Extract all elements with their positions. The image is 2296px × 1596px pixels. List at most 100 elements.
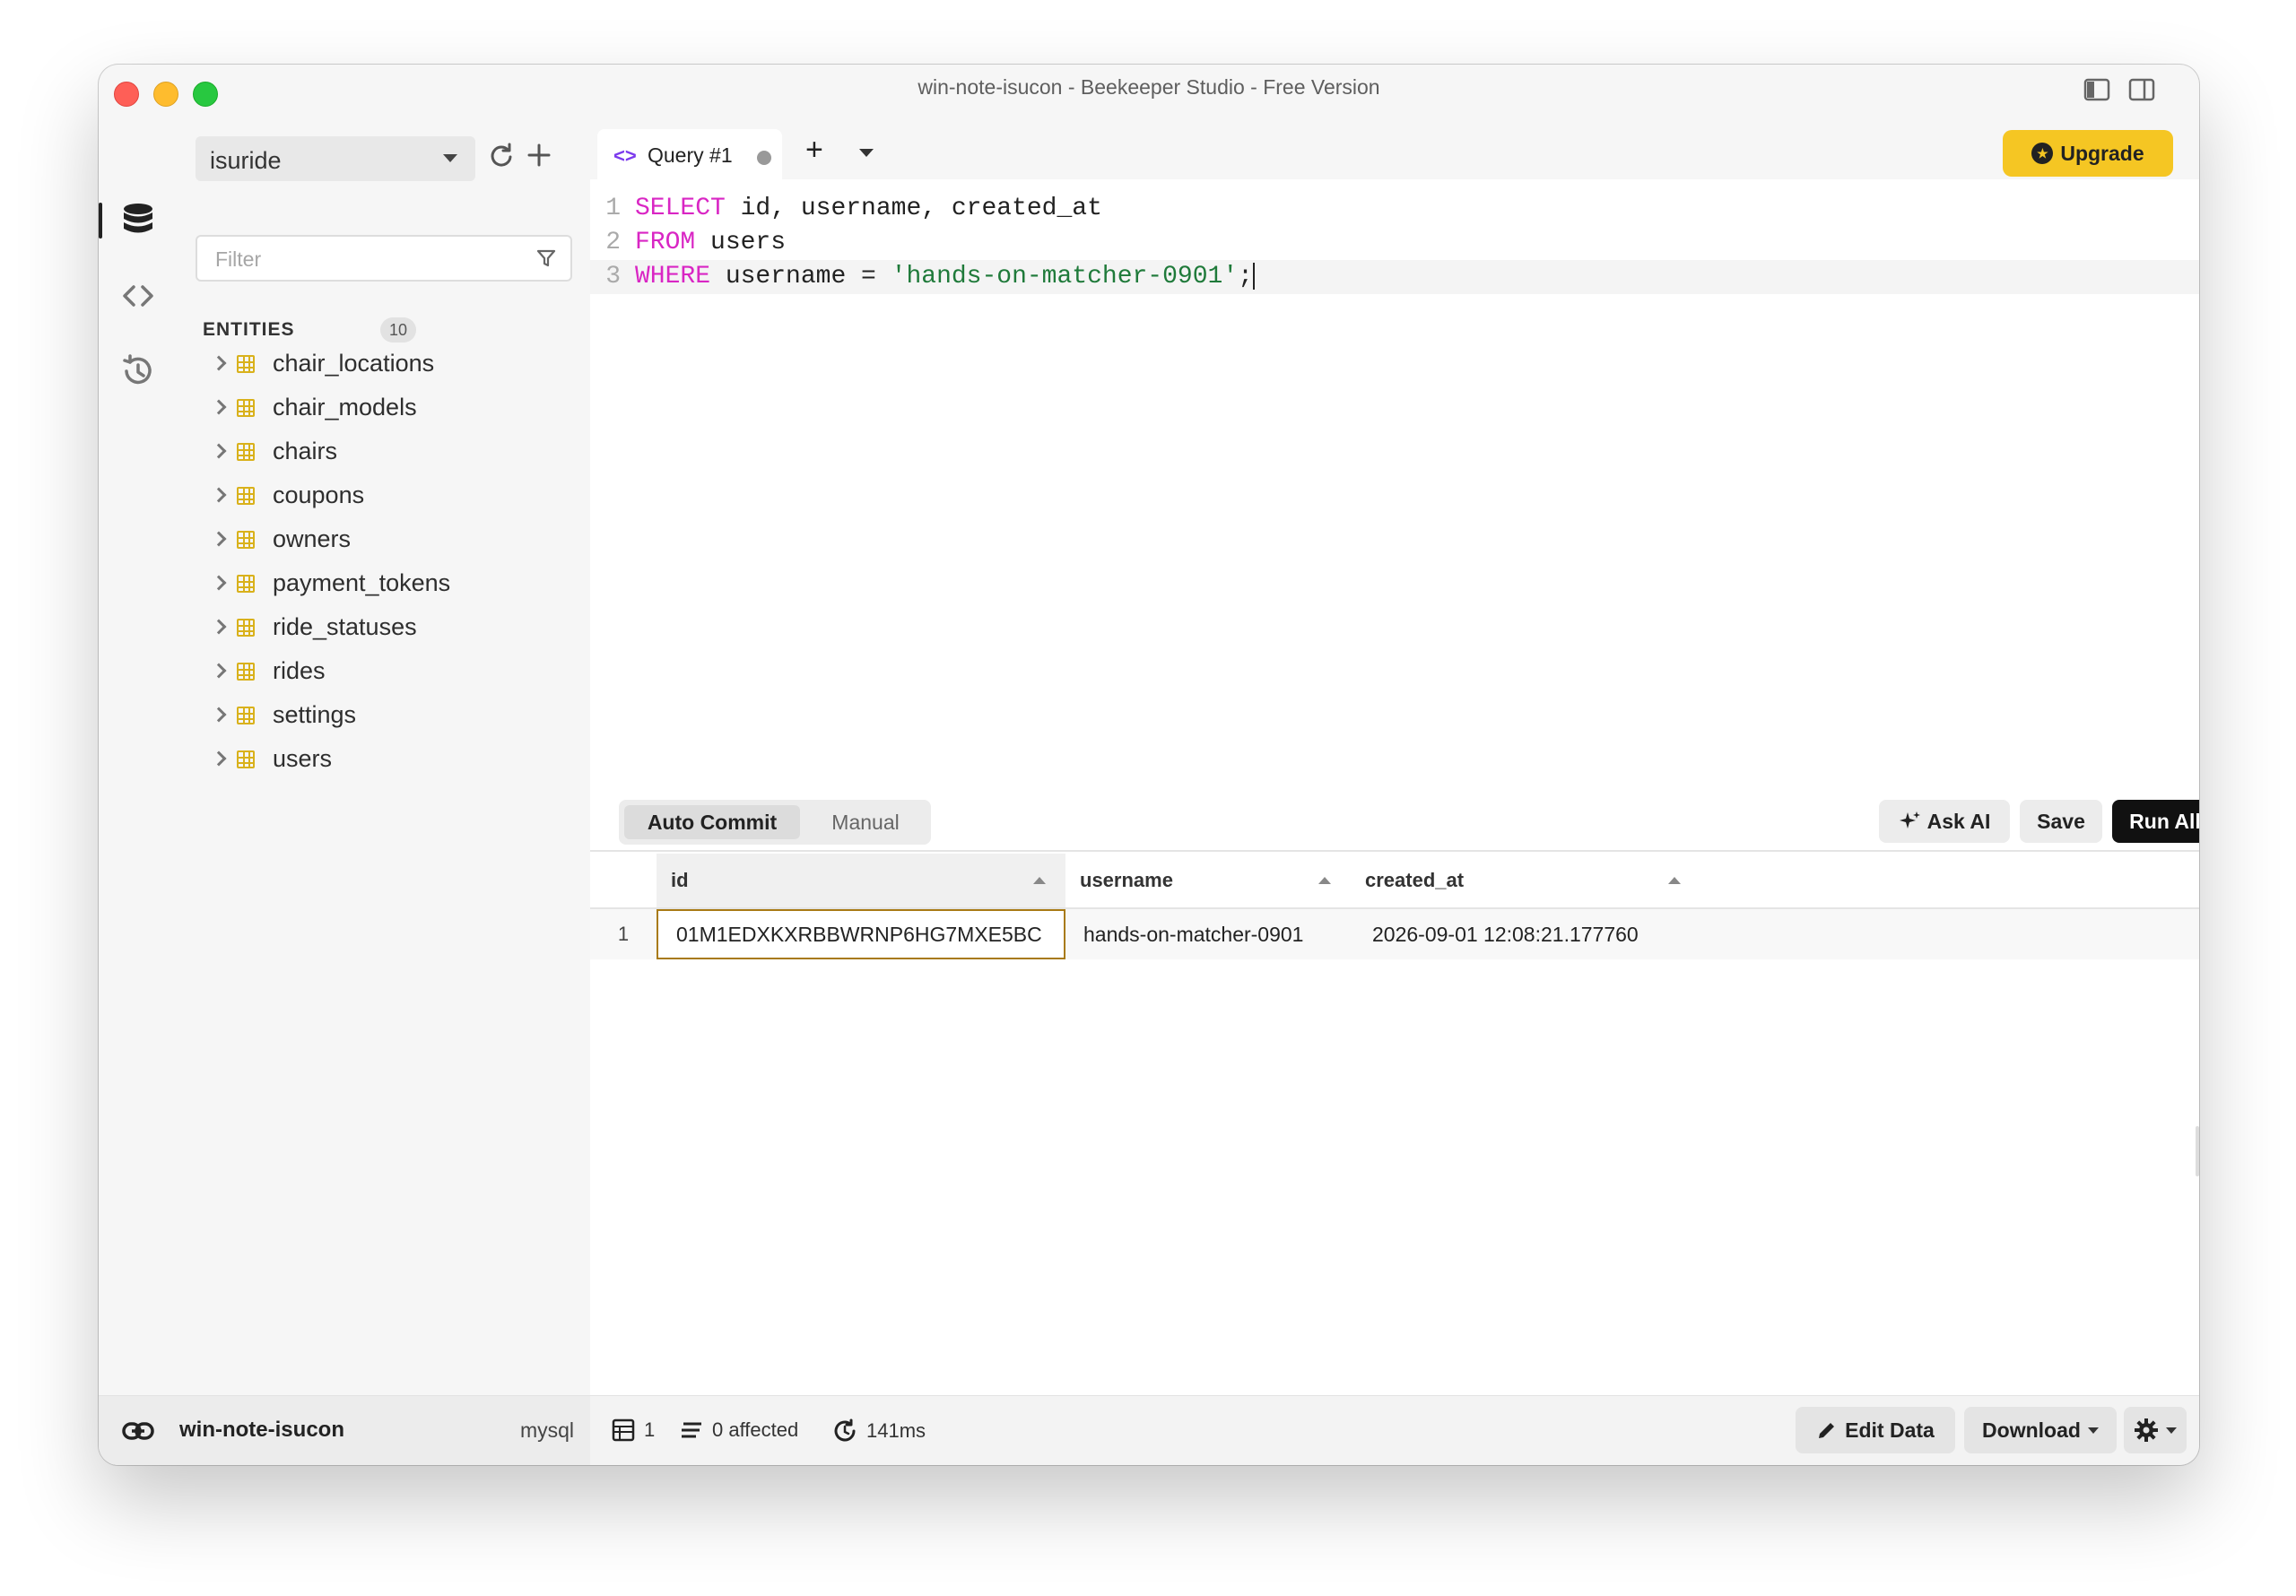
entity-label: settings (273, 701, 357, 728)
star-icon: ★ (2031, 143, 2054, 164)
auto-commit-option[interactable]: Auto Commit (624, 805, 800, 839)
history-icon[interactable] (113, 346, 163, 396)
unsaved-dot-icon[interactable] (757, 151, 771, 165)
connection-name: win-note-isucon (179, 1418, 344, 1442)
entity-item[interactable]: chair_models (196, 386, 572, 430)
entity-label: users (273, 745, 333, 772)
chevron-right-icon[interactable] (211, 750, 227, 767)
table-icon (237, 663, 255, 681)
affected-stat: 0 affected (680, 1418, 798, 1442)
table-cell-username[interactable]: hands-on-matcher-0901 (1065, 909, 1351, 959)
column-header-label: created_at (1365, 869, 1465, 891)
scrollbar-thumb[interactable] (2196, 1126, 2199, 1176)
code-text: username = (710, 263, 891, 291)
entity-item[interactable]: coupons (196, 474, 572, 518)
row-number: 1 (617, 923, 630, 945)
connection-info[interactable]: win-note-isucon mysql (99, 1396, 590, 1465)
chevron-right-icon[interactable] (211, 531, 227, 547)
chevron-right-icon[interactable] (211, 575, 227, 591)
chevron-right-icon[interactable] (211, 663, 227, 679)
filter-field (196, 235, 572, 282)
code-icon[interactable] (113, 271, 163, 321)
gear-icon (2135, 1418, 2158, 1442)
sort-icon[interactable] (1033, 877, 1046, 884)
chevron-down-icon (2166, 1427, 2177, 1434)
save-button[interactable]: Save (2020, 800, 2102, 843)
entity-item[interactable]: ride_statuses (196, 606, 572, 650)
add-connection-icon[interactable] (524, 140, 554, 170)
sparkle-icon (1899, 811, 1920, 828)
table-icon (237, 355, 255, 373)
entities-list: chair_locations chair_modelschairs coupons… (196, 343, 572, 782)
chevron-right-icon[interactable] (211, 443, 227, 459)
sql-keyword: FROM (635, 229, 696, 256)
table-icon (237, 619, 255, 637)
window-title: win-note-isucon - Beekeeper Studio - Fre… (918, 75, 1380, 99)
entity-item[interactable]: settings (196, 694, 572, 738)
table-cell-id[interactable]: 01M1EDXKXRBBWRNP6HG7MXE5BC (657, 909, 1065, 959)
entity-item[interactable]: chair_locations (196, 343, 572, 386)
sql-editor[interactable]: 1 SELECT id, username, created_at 2 FROM… (590, 179, 2199, 735)
table-icon (237, 487, 255, 505)
entity-label: ride_statuses (273, 613, 417, 640)
edit-data-button[interactable]: Edit Data (1796, 1407, 1955, 1453)
chevron-right-icon[interactable] (211, 487, 227, 503)
settings-button[interactable] (2124, 1407, 2187, 1453)
database-select[interactable]: isuride (196, 136, 475, 181)
column-header-created-at[interactable]: created_at (1351, 854, 1700, 907)
toggle-right-sidebar-icon[interactable] (2127, 75, 2156, 104)
upgrade-label: Upgrade (2060, 141, 2144, 165)
column-header-username[interactable]: username (1065, 854, 1351, 907)
chevron-right-icon[interactable] (211, 707, 227, 723)
entity-label: coupons (273, 481, 365, 508)
query-duration: 141ms (866, 1419, 926, 1442)
chevron-right-icon[interactable] (211, 399, 227, 415)
chevron-right-icon[interactable] (211, 619, 227, 635)
refresh-icon[interactable] (486, 140, 517, 170)
download-label: Download (1982, 1418, 2081, 1442)
clock-refresh-icon (834, 1418, 856, 1442)
table-icon (612, 1418, 635, 1442)
sort-icon[interactable] (1668, 877, 1681, 884)
run-all-button[interactable]: Run All (2112, 800, 2199, 843)
table-row[interactable]: 1 01M1EDXKXRBBWRNP6HG7MXE5BC hands-on-ma… (590, 909, 2199, 959)
entity-item[interactable]: payment_tokens (196, 562, 572, 606)
entity-item[interactable]: rides (196, 650, 572, 694)
filter-input[interactable] (215, 247, 520, 272)
table-cell-created-at[interactable]: 2026-09-01 12:08:21.177760 (1351, 909, 1700, 959)
duration-stat: 141ms (832, 1418, 926, 1444)
entities-count-badge: 10 (380, 317, 417, 343)
column-header-label: id (671, 869, 689, 891)
tab-query-1[interactable]: <> Query #1 (597, 129, 782, 179)
database-icon[interactable] (113, 194, 163, 244)
sort-icon[interactable] (1318, 877, 1331, 884)
manual-commit-option[interactable]: Manual (805, 805, 926, 839)
tab-options-chevron-icon[interactable] (859, 149, 874, 157)
database-type: mysql (519, 1418, 574, 1442)
toggle-left-sidebar-icon[interactable] (2083, 75, 2111, 104)
entity-item[interactable]: owners (196, 518, 572, 562)
entity-item[interactable]: chairs (196, 430, 572, 474)
edit-data-label: Edit Data (1845, 1418, 1935, 1442)
funnel-icon[interactable] (536, 248, 556, 273)
entity-item[interactable]: users (196, 738, 572, 782)
new-tab-plus-icon[interactable]: + (805, 134, 823, 165)
chevron-right-icon[interactable] (211, 355, 227, 371)
code-text: ; (1238, 263, 1253, 291)
entities-heading: ENTITIES (203, 319, 295, 340)
code-line: 1 SELECT id, username, created_at (590, 192, 2199, 226)
column-header-id[interactable]: id (657, 854, 1065, 907)
table-icon (237, 750, 255, 768)
download-button[interactable]: Download (1964, 1407, 2117, 1453)
chevron-down-icon (443, 154, 457, 162)
table-icon (237, 707, 255, 724)
row-count: 1 (644, 1418, 656, 1441)
entity-label: chair_models (273, 394, 417, 421)
upgrade-button[interactable]: ★ Upgrade (2003, 130, 2173, 177)
code-text: id, username, created_at (725, 195, 1102, 222)
entity-label: owners (273, 525, 352, 552)
ask-ai-button[interactable]: Ask AI (1879, 800, 2010, 843)
chevron-down-icon (2087, 1427, 2099, 1434)
line-number: 1 (605, 195, 621, 222)
entity-label: payment_tokens (273, 569, 451, 596)
